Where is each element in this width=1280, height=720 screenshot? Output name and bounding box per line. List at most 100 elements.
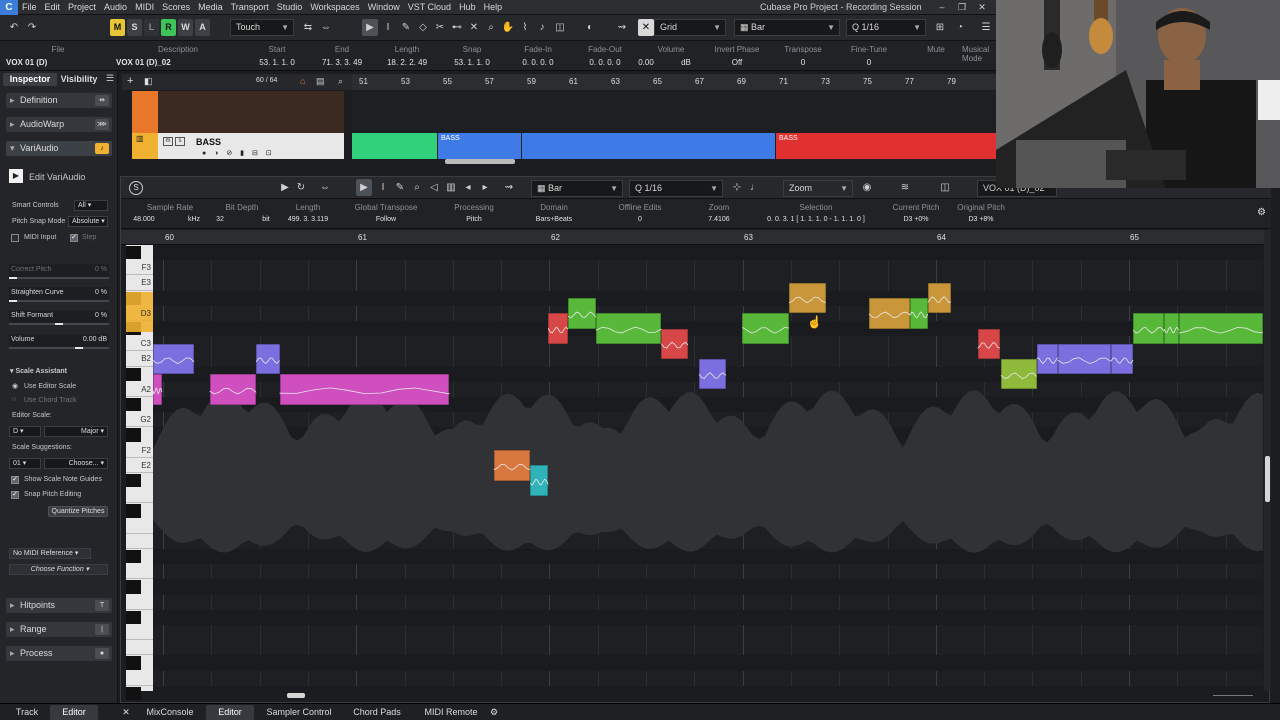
bass-midi-event[interactable]: BASS [438, 133, 521, 159]
einfo-domain[interactable]: Bars+Beats [519, 216, 589, 223]
scale-root-select[interactable]: D ▾ [9, 426, 41, 437]
track-buttons-icon[interactable]: ● ◑ ⊘ ▮ ⊟ ⊡ [202, 149, 275, 157]
tab-visibility[interactable]: Visibility [58, 73, 100, 86]
horizontal-scrollbar[interactable] [153, 691, 1263, 702]
solo-button[interactable]: s [175, 137, 185, 146]
tab-sampler-control[interactable]: Sampler Control [260, 705, 338, 720]
variaudio-segment[interactable] [279, 374, 450, 405]
straighten-curve-slider[interactable]: Straighten Curve 0 % [9, 287, 109, 302]
mode-button-r[interactable]: R [161, 19, 176, 36]
variaudio-segment[interactable] [910, 298, 928, 329]
window-layout-icon[interactable]: ◫ [937, 179, 953, 196]
tab-mixconsole[interactable]: MixConsole [140, 705, 200, 720]
solo-editor-icon[interactable]: S [129, 181, 143, 195]
menu-workspaces[interactable]: Workspaces [306, 2, 363, 12]
comp-tool-icon[interactable]: ◫ [552, 19, 568, 36]
section-range[interactable]: Range | [6, 622, 112, 637]
info-invert-phase[interactable]: Off [702, 58, 772, 67]
variaudio-segment[interactable] [153, 343, 195, 375]
variaudio-segment[interactable] [742, 313, 790, 344]
automation-mode-select[interactable]: Touch ▼ [230, 19, 294, 36]
cubase-logo-icon[interactable]: C [0, 0, 18, 15]
definition-settings-icon[interactable]: ⇹ [95, 95, 109, 106]
slider-knob[interactable] [9, 300, 17, 302]
info-length[interactable]: 18. 2. 2. 49 [372, 58, 442, 67]
track-name-bass[interactable]: BASS [196, 137, 221, 147]
variaudio-segment[interactable] [927, 283, 952, 314]
variaudio-segment[interactable] [256, 343, 280, 375]
menu-lines-icon[interactable]: ☰ [106, 73, 114, 84]
mode-button-a[interactable]: A [195, 19, 210, 36]
menu-help[interactable]: Help [480, 2, 507, 12]
menu-studio[interactable]: Studio [273, 2, 307, 12]
variaudio-segment[interactable] [568, 298, 596, 329]
variaudio-note-grid[interactable]: ☝ [153, 245, 1263, 691]
variaudio-icon[interactable]: ♪ [95, 143, 109, 154]
autoscroll-icon[interactable]: ⇔ [318, 19, 334, 36]
piano-white-key[interactable] [126, 640, 153, 656]
show-scale-guides-checkbox[interactable]: ✓ [11, 476, 19, 484]
mute-tool-icon[interactable]: ✕ [466, 19, 482, 36]
zoom-slider[interactable] [1213, 695, 1253, 696]
loop-icon[interactable]: ↻ [293, 179, 309, 196]
slider-knob[interactable] [9, 277, 17, 279]
info-volume[interactable]: 0.00 [626, 58, 666, 67]
timewarp-tool-icon[interactable]: ⌇ [517, 19, 533, 36]
variaudio-segment[interactable] [661, 328, 688, 359]
section-process[interactable]: Process ● [6, 646, 112, 661]
info-fine-tune[interactable]: 0 [834, 58, 904, 67]
einfo-selection[interactable]: 0. 0. 3. 1 [ 1. 1. 1. 0 - 1. 1. 1. 0 ] [751, 216, 881, 223]
bass-midi-event[interactable]: BASS [776, 133, 999, 159]
variaudio-segment[interactable] [1178, 313, 1263, 344]
piano-black-key[interactable] [126, 428, 141, 442]
radio-icon[interactable]: ○ [12, 396, 16, 403]
scale-type-select[interactable]: Major ▾ [44, 426, 108, 437]
mute-button[interactable]: m [163, 137, 173, 146]
menu-project[interactable]: Project [64, 2, 100, 12]
metronome-icon[interactable]: ◔ [952, 19, 968, 36]
tab-editor-left[interactable]: Editor [50, 705, 98, 720]
menu-transport[interactable]: Transport [227, 2, 273, 12]
variaudio-segment[interactable] [1036, 343, 1058, 375]
menu-lines-icon[interactable]: ☰ [978, 19, 994, 36]
quantize-icon[interactable]: ⊹ [729, 179, 745, 196]
radio-checked-icon[interactable]: ◉ [12, 382, 18, 390]
variaudio-segment[interactable] [548, 313, 569, 344]
zoom-tool-icon[interactable]: ⌕ [483, 19, 499, 36]
speaker-tool-icon[interactable]: ◁ [426, 179, 442, 196]
vertical-scroll-thumb[interactable] [1265, 456, 1270, 502]
undo-icon[interactable]: ↶ [6, 19, 22, 36]
variaudio-segment[interactable] [209, 374, 257, 405]
pitch-snap-select[interactable]: Absolute ▾ [68, 216, 108, 227]
variaudio-segment[interactable] [977, 328, 1000, 359]
piano-black-key[interactable] [126, 610, 141, 624]
note-icon[interactable]: ♩ [747, 179, 763, 196]
piano-black-key[interactable] [126, 246, 141, 260]
pencil-tool-icon[interactable]: ✎ [398, 19, 414, 36]
einfo-global-transpose[interactable]: Follow [351, 216, 421, 223]
track-header-vox[interactable] [158, 91, 344, 133]
grid-type-select[interactable]: ▦ Bar ▼ [734, 19, 840, 36]
redo-icon[interactable]: ↷ [24, 19, 40, 36]
quantize-pitches-button[interactable]: Quantize Pitches [48, 506, 108, 517]
info-file[interactable]: VOX 01 (D) [2, 58, 62, 67]
editor-grid-select[interactable]: ▦ Bar ▼ [531, 180, 623, 197]
piano-white-key[interactable] [126, 671, 153, 686]
editor-zoom-select[interactable]: Zoom ▼ [783, 180, 853, 197]
gear-icon[interactable]: ⚙ [1257, 207, 1266, 218]
nudge-icon[interactable]: ⇆ [300, 19, 316, 36]
next-icon[interactable]: ▸ [477, 179, 493, 196]
project-ruler[interactable]: 51 53 55 57 59 61 63 65 67 69 71 73 75 77 79 [352, 74, 1000, 90]
hand-tool-icon[interactable]: ✋ [500, 19, 516, 36]
split-tool-icon[interactable]: ✂ [432, 19, 448, 36]
home-icon[interactable]: ⌂ [300, 76, 305, 86]
menu-window[interactable]: Window [364, 2, 404, 12]
scale-assistant-label[interactable]: ▾ Scale Assistant [10, 367, 67, 375]
tab-track[interactable]: Track [8, 705, 46, 720]
add-track-icon[interactable]: + [127, 75, 133, 87]
horizontal-scroll-thumb[interactable] [287, 693, 305, 698]
piano-white-key[interactable] [126, 488, 153, 504]
menu-scores[interactable]: Scores [158, 2, 194, 12]
tab-editor[interactable]: Editor [206, 705, 254, 720]
info-snap[interactable]: 53. 1. 1. 0 [437, 58, 507, 67]
